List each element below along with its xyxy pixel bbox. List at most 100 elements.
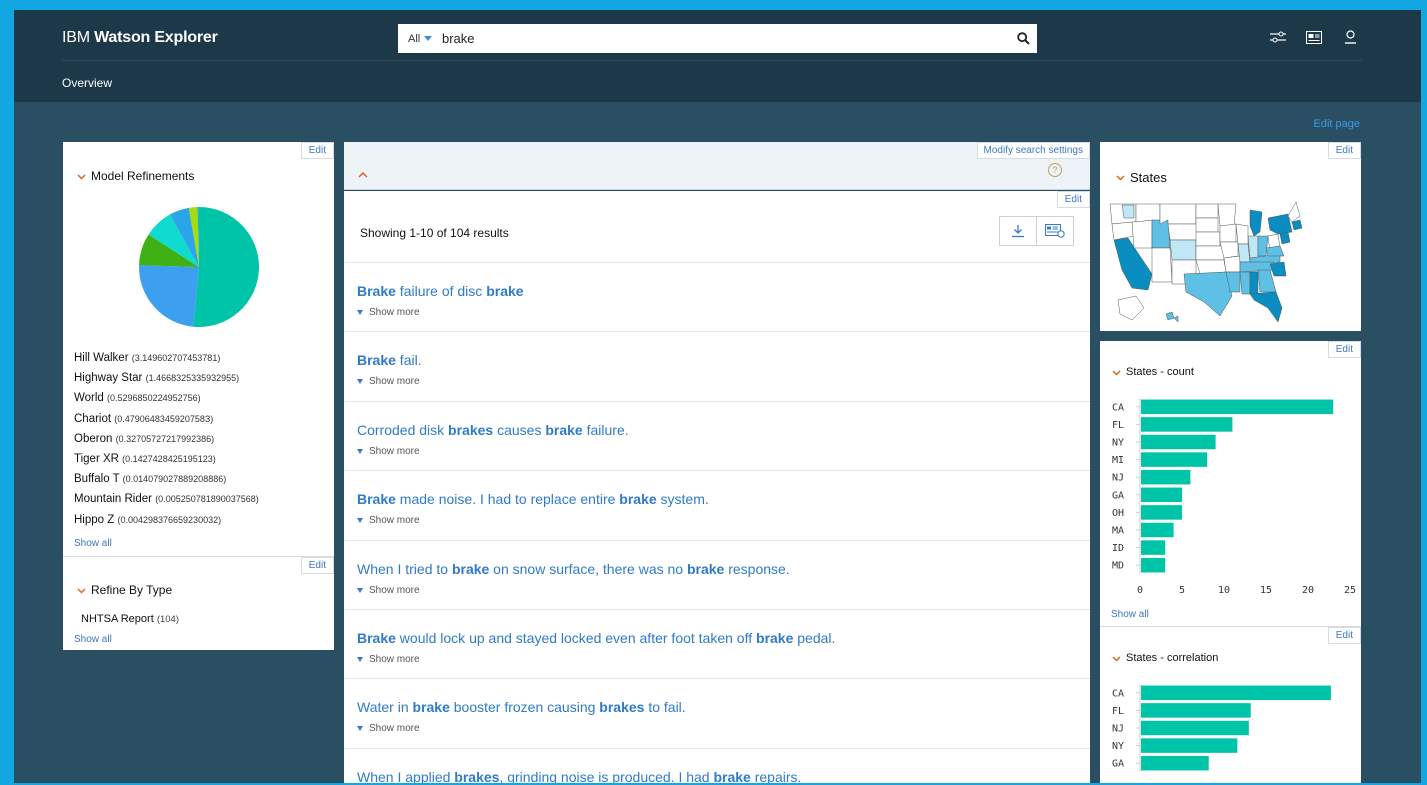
- bar[interactable]: [1141, 522, 1174, 538]
- show-more-toggle[interactable]: Show more: [357, 446, 1090, 457]
- results-toolbar: [999, 216, 1074, 246]
- refinement-item[interactable]: World (0.5296850224952756): [74, 388, 259, 408]
- panel-title[interactable]: Model Refinements: [77, 169, 194, 183]
- category-label: MD: [1112, 561, 1124, 572]
- edit-button[interactable]: Edit: [1327, 627, 1361, 644]
- result-item: Corroded disk brakes causes brake failur…: [344, 400, 1090, 470]
- model-refinements-panel: Edit Model Refinements Hill Walker (3.14…: [63, 142, 334, 557]
- sliders-icon[interactable]: [1269, 28, 1287, 46]
- highlighted-term: Brake: [357, 283, 396, 299]
- refinement-item[interactable]: Hill Walker (3.149602707453781): [74, 348, 259, 368]
- bar[interactable]: [1141, 399, 1334, 415]
- brand-logo[interactable]: IBM Watson Explorer: [62, 29, 218, 47]
- refinement-name: Buffalo T: [74, 473, 120, 486]
- bar[interactable]: [1141, 540, 1166, 555]
- category-label: FL: [1112, 420, 1124, 431]
- map-region: [1247, 235, 1259, 259]
- bar[interactable]: [1141, 505, 1182, 520]
- result-title-link[interactable]: Brake would lock up and stayed locked ev…: [357, 630, 1090, 646]
- result-text: response.: [724, 560, 790, 577]
- search-scope-dropdown[interactable]: All: [398, 33, 438, 45]
- model-refinements-list: Hill Walker (3.149602707453781) Highway S…: [74, 348, 259, 530]
- refinement-item[interactable]: Tiger XR (0.1427428425195123): [74, 449, 259, 469]
- result-title-link[interactable]: When I applied brakes, grinding noise is…: [357, 769, 1090, 783]
- category-label: NY: [1112, 438, 1124, 449]
- refinement-name: Chariot: [74, 412, 112, 425]
- edit-button[interactable]: Edit: [1327, 341, 1361, 358]
- modify-search-settings-button[interactable]: Modify search settings: [976, 142, 1090, 159]
- refinement-item[interactable]: Oberon (0.32705727217992386): [74, 429, 259, 449]
- show-all-link[interactable]: Show all: [74, 634, 112, 645]
- us-states-map[interactable]: [1108, 196, 1304, 326]
- x-tick-label: 20: [1302, 585, 1314, 596]
- bar[interactable]: [1141, 685, 1331, 701]
- refinement-item[interactable]: Hippo Z (0.004298376659230032): [74, 510, 259, 530]
- tab-overview[interactable]: Overview: [62, 76, 112, 90]
- bar[interactable]: [1141, 452, 1208, 467]
- panel-title[interactable]: Refine By Type: [77, 583, 172, 597]
- map-region: [1167, 223, 1199, 241]
- result-text: to fail.: [644, 699, 686, 716]
- edit-page-link[interactable]: Edit page: [1314, 118, 1360, 130]
- highlighted-term: brake: [412, 699, 450, 716]
- show-all-link[interactable]: Show all: [74, 538, 112, 549]
- highlighted-term: brakes: [454, 768, 500, 783]
- show-more-toggle[interactable]: Show more: [357, 723, 1090, 734]
- result-title-link[interactable]: Water in brake booster frozen causing br…: [357, 699, 1090, 715]
- refinement-name: Oberon: [74, 432, 113, 445]
- panel-title[interactable]: States: [1116, 170, 1167, 185]
- states-correlation-panel: Edit States - correlation CA FL NJ NY GA: [1100, 626, 1361, 783]
- result-item: When I applied brakes, grinding noise is…: [344, 747, 1090, 783]
- bar[interactable]: [1141, 720, 1249, 736]
- search-icon[interactable]: [1009, 24, 1037, 53]
- chevron-up-icon[interactable]: [358, 171, 368, 179]
- bar[interactable]: [1141, 469, 1191, 485]
- edit-button[interactable]: Edit: [1056, 191, 1090, 208]
- bar[interactable]: [1141, 434, 1216, 450]
- results-panel: Edit Showing 1-10 of 104 results Brake f…: [344, 191, 1090, 783]
- view-settings-icon[interactable]: [1036, 216, 1074, 246]
- bar[interactable]: [1141, 738, 1238, 753]
- show-more-toggle[interactable]: Show more: [357, 585, 1090, 596]
- bar[interactable]: [1141, 755, 1209, 771]
- highlighted-term: Brake: [357, 352, 396, 369]
- result-title-link[interactable]: Brake failure of disc brake: [357, 283, 1090, 299]
- show-more-toggle[interactable]: Show more: [357, 376, 1090, 387]
- search-bar: All: [398, 24, 1037, 53]
- pie-slice[interactable]: [193, 207, 259, 327]
- edit-button[interactable]: Edit: [300, 142, 334, 159]
- bar[interactable]: [1141, 703, 1251, 718]
- chevron-down-icon: [1112, 655, 1121, 662]
- bar[interactable]: [1141, 487, 1182, 503]
- show-more-toggle[interactable]: Show more: [357, 307, 1090, 318]
- help-icon[interactable]: ?: [1048, 163, 1062, 177]
- panel-title[interactable]: States - count: [1112, 366, 1194, 378]
- dashboard-icon[interactable]: [1305, 28, 1323, 46]
- highlighted-term: brake: [713, 768, 751, 783]
- result-title-link[interactable]: When I tried to brake on snow surface, t…: [357, 561, 1090, 577]
- edit-button[interactable]: Edit: [1327, 142, 1361, 159]
- pie-slice[interactable]: [139, 265, 199, 327]
- refine-type-item[interactable]: NHTSA Report (104): [81, 613, 179, 625]
- refinement-item[interactable]: Chariot (0.4790648345920758З): [74, 409, 259, 429]
- result-title-link[interactable]: Corroded disk brakes causes brake failur…: [357, 422, 1090, 438]
- download-icon[interactable]: [999, 216, 1037, 246]
- refinement-item[interactable]: Highway Star (1.4668325335932955): [74, 368, 259, 388]
- result-title-link[interactable]: Brake fail.: [357, 352, 1090, 368]
- result-text: , grinding noise is produced. I had: [499, 768, 714, 783]
- refinement-item[interactable]: Buffalo T (0.014079027889208886): [74, 469, 259, 489]
- panel-title[interactable]: States - correlation: [1112, 652, 1218, 664]
- edit-button[interactable]: Edit: [300, 557, 334, 574]
- refinement-item[interactable]: Mountain Rider (0.005250781890037568): [74, 489, 259, 509]
- show-more-toggle[interactable]: Show more: [357, 515, 1090, 526]
- map-region: [1265, 245, 1285, 257]
- result-title-link[interactable]: Brake made noise. I had to replace entir…: [357, 491, 1090, 507]
- panel-title-text: Refine By Type: [91, 583, 173, 597]
- bar[interactable]: [1141, 557, 1166, 573]
- map-region: [1219, 223, 1237, 243]
- show-more-toggle[interactable]: Show more: [357, 654, 1090, 665]
- bar[interactable]: [1141, 417, 1233, 432]
- user-icon[interactable]: [1341, 28, 1359, 46]
- search-input[interactable]: [438, 24, 1009, 53]
- show-all-link[interactable]: Show all: [1111, 609, 1149, 620]
